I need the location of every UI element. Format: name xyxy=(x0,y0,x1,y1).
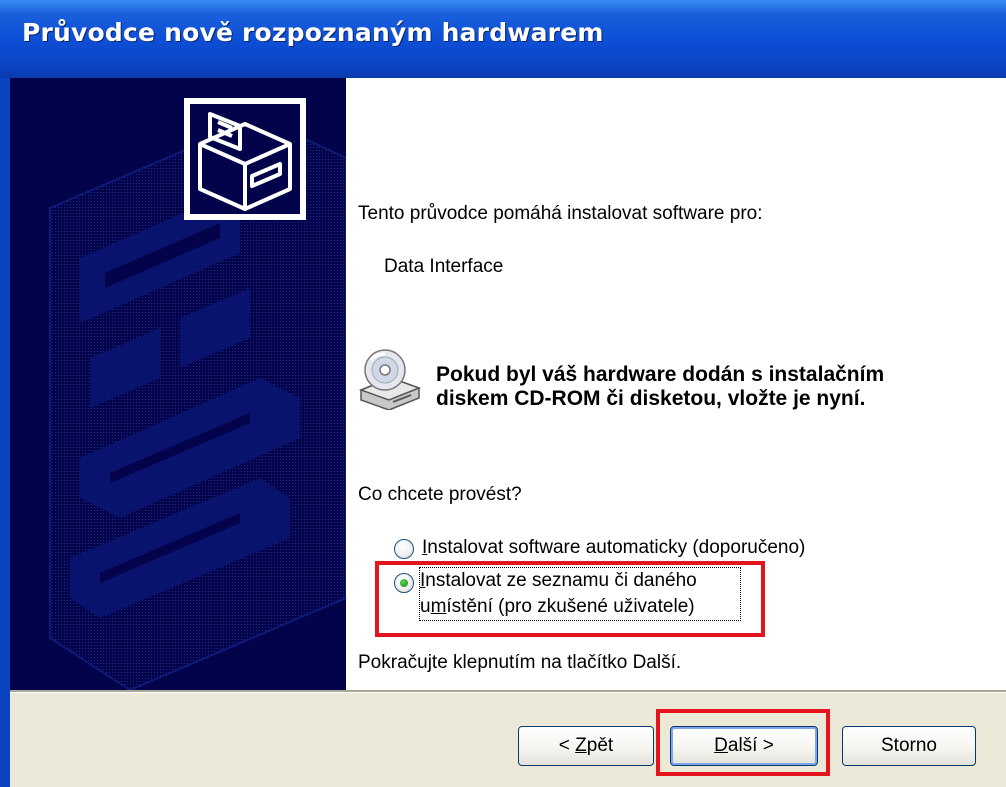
continue-hint: Pokračujte klepnutím na tlačítko Další. xyxy=(358,652,682,673)
cd-drive-icon xyxy=(358,349,422,410)
window-frame-left xyxy=(0,78,10,787)
device-name: Data Interface xyxy=(384,256,504,277)
install-automatic-label-text: nstalovat software automaticky (doporuče… xyxy=(427,537,806,558)
wizard-side-panel xyxy=(10,78,346,690)
cancel-button[interactable]: Storno xyxy=(842,726,976,766)
hardware-device-icon xyxy=(184,98,306,220)
highlight-box-option xyxy=(375,561,765,637)
install-automatic-label[interactable]: Instalovat software automaticky (doporuč… xyxy=(422,535,805,561)
intro-text: Tento průvodce pomáhá instalovat softwar… xyxy=(358,203,763,224)
title-bar[interactable]: Průvodce nově rozpoznaným hardwarem xyxy=(0,0,1006,78)
window-title: Průvodce nově rozpoznaným hardwarem xyxy=(22,18,604,47)
install-automatic-radio[interactable] xyxy=(394,539,414,559)
back-button[interactable]: < Zpět xyxy=(518,726,654,766)
cd-prompt: Pokud byl váš hardware dodán s instalačn… xyxy=(436,363,885,410)
highlight-box-next xyxy=(656,709,830,776)
back-button-accesskey: Z xyxy=(575,735,587,756)
button-bar-separator xyxy=(10,690,1006,693)
back-button-text: pět xyxy=(586,735,614,756)
question-label: Co chcete provést? xyxy=(358,484,522,505)
back-button-prefix: < xyxy=(558,735,576,756)
